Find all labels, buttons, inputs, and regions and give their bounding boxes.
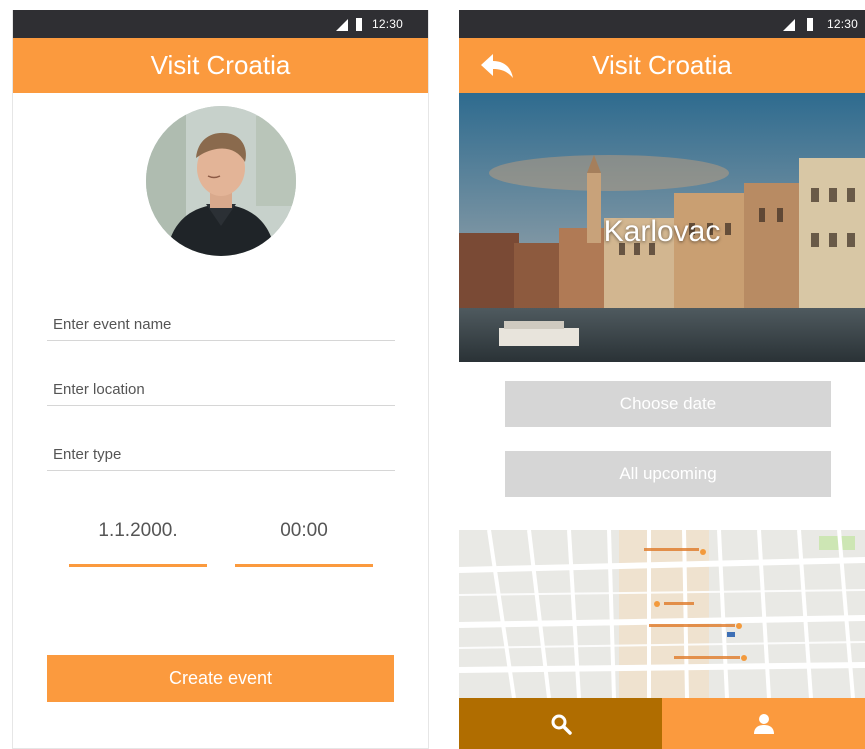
- status-time: 12:30: [827, 17, 859, 31]
- choose-date-button[interactable]: Choose date: [505, 381, 831, 427]
- date-underline: [69, 564, 207, 567]
- status-bar: 12:30: [459, 10, 865, 38]
- app-title: Visit Croatia: [150, 50, 291, 80]
- signal-icon: [783, 19, 795, 31]
- location-input[interactable]: [47, 375, 395, 403]
- battery-icon: [807, 18, 813, 31]
- status-time: 12:30: [372, 17, 404, 31]
- date-picker[interactable]: 1.1.2000.: [69, 520, 207, 567]
- battery-icon: [356, 18, 362, 31]
- event-name-input[interactable]: [47, 310, 395, 338]
- create-event-button[interactable]: Create event: [47, 655, 394, 702]
- app-bar: Visit Croatia: [459, 38, 865, 93]
- city-events-screen: 12:30 Visit Croatia Karlovac Choose date…: [459, 10, 865, 749]
- date-value: 1.1.2000.: [98, 520, 178, 541]
- person-icon: [753, 713, 774, 734]
- type-input[interactable]: [47, 440, 395, 468]
- signal-icon: [336, 19, 348, 31]
- time-picker[interactable]: 00:00: [235, 520, 373, 567]
- time-underline: [235, 564, 373, 567]
- status-bar: 12:30: [13, 10, 428, 38]
- nav-tab-search[interactable]: [459, 698, 662, 749]
- event-name-field[interactable]: [47, 310, 395, 341]
- app-bar: Visit Croatia: [13, 38, 428, 93]
- avatar-photo: [146, 106, 296, 256]
- event-form-screen: 12:30 Visit Croatia 1.1.2000. 00:00 Cre: [12, 10, 429, 749]
- all-upcoming-button[interactable]: All upcoming: [505, 451, 831, 497]
- app-title: Visit Croatia: [592, 50, 732, 80]
- map-view[interactable]: [459, 530, 865, 698]
- city-name: Karlovac: [603, 215, 721, 248]
- nav-tab-profile[interactable]: [662, 698, 865, 749]
- type-field[interactable]: [47, 440, 395, 471]
- search-icon: [551, 714, 572, 735]
- location-field[interactable]: [47, 375, 395, 406]
- street-map: [459, 530, 865, 698]
- bottom-navigation: [459, 698, 865, 749]
- avatar[interactable]: [146, 106, 296, 256]
- time-value: 00:00: [280, 520, 328, 541]
- city-hero-image: Karlovac: [459, 93, 865, 362]
